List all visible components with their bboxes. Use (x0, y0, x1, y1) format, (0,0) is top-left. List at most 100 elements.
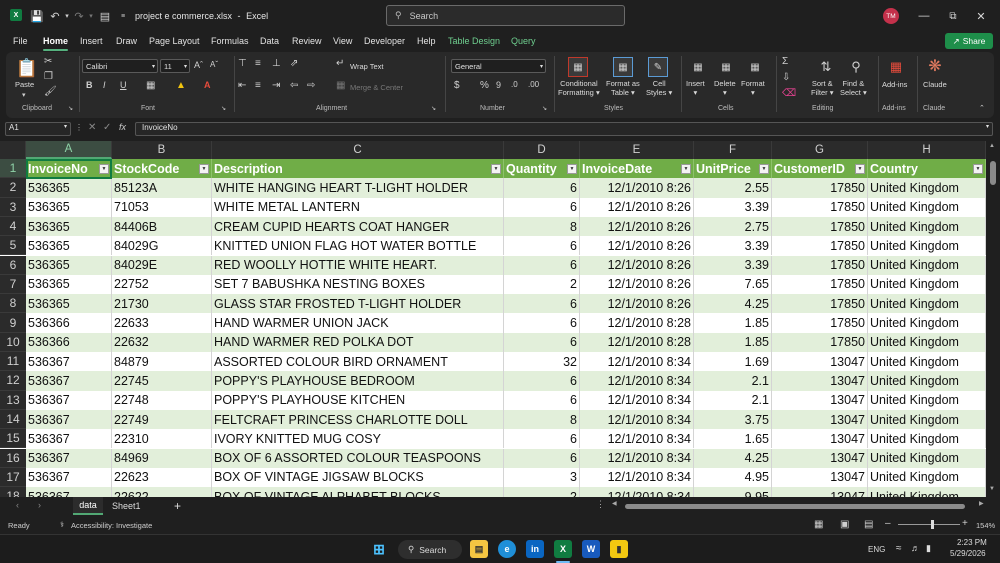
row-header[interactable]: 13 (0, 390, 26, 410)
row-header[interactable]: 7 (0, 274, 26, 295)
filter-dropdown-icon[interactable]: ▼ (759, 164, 769, 174)
table-cell[interactable]: 6 (504, 371, 580, 391)
table-cell[interactable]: United Kingdom (868, 274, 986, 295)
table-cell[interactable]: 71053 (112, 197, 212, 217)
minimize-icon[interactable]: — (914, 6, 934, 26)
bold-icon[interactable]: B (86, 80, 93, 90)
tab-review[interactable]: Review (292, 36, 322, 46)
table-cell[interactable]: United Kingdom (868, 294, 986, 314)
align-top-icon[interactable]: ⊤ (238, 58, 247, 69)
table-cell[interactable]: 2.1 (694, 371, 772, 391)
table-cell[interactable]: 13047 (772, 352, 868, 372)
decrease-font-icon[interactable]: Aˇ (210, 60, 218, 69)
row-header[interactable]: 14 (0, 409, 26, 430)
wrap-text-button[interactable]: Wrap Text (350, 62, 384, 71)
table-cell[interactable]: 22748 (112, 390, 212, 410)
table-cell[interactable]: 22623 (112, 467, 212, 488)
align-left-icon[interactable]: ⇤ (238, 80, 246, 91)
windows-start-icon[interactable]: ⊞ (370, 540, 388, 558)
format-as-table-button[interactable]: Format as Table ▾ (606, 79, 640, 97)
fill-color-icon[interactable]: ▲ (176, 80, 186, 91)
table-cell[interactable]: 536365 (26, 236, 112, 256)
clock-date[interactable]: 5/29/2026 (950, 549, 986, 558)
paste-label[interactable]: Paste (15, 80, 34, 89)
table-header-cell[interactable]: Country ▼ (868, 159, 986, 179)
merge-center-icon[interactable]: ▦ (336, 80, 345, 91)
table-cell[interactable]: 12/1/2010 8:28 (580, 313, 694, 333)
row-header[interactable]: 1 (0, 159, 26, 179)
row-header[interactable]: 16 (0, 448, 26, 468)
table-cell[interactable]: 9.95 (694, 487, 772, 497)
table-cell[interactable]: 13047 (772, 429, 868, 449)
table-header-cell[interactable]: Description ▼ (212, 159, 504, 179)
more-icon[interactable]: ⋮ (75, 123, 83, 132)
form-icon[interactable]: ▤ (98, 9, 112, 23)
row-header[interactable]: 15 (0, 429, 26, 449)
page-break-view-icon[interactable]: ▤ (864, 519, 873, 530)
comma-icon[interactable]: 9 (496, 80, 501, 90)
redo-dropdown-icon[interactable]: ▾ (84, 9, 98, 23)
accessibility-status[interactable]: Accessibility: Investigate (71, 521, 152, 530)
table-cell[interactable]: 3.39 (694, 236, 772, 256)
table-cell[interactable]: 12/1/2010 8:34 (580, 371, 694, 391)
row-header[interactable]: 8 (0, 294, 26, 314)
table-cell[interactable]: 12/1/2010 8:34 (580, 467, 694, 488)
number-launcher-icon[interactable]: ↘ (542, 105, 547, 112)
table-cell[interactable]: United Kingdom (868, 352, 986, 372)
table-cell[interactable]: United Kingdom (868, 409, 986, 430)
tab-view[interactable]: View (333, 36, 352, 46)
row-header[interactable]: 17 (0, 467, 26, 488)
zoom-slider-thumb[interactable] (931, 520, 934, 529)
edge-icon[interactable]: e (498, 540, 516, 558)
table-cell[interactable]: 536365 (26, 216, 112, 237)
table-cell[interactable]: 12/1/2010 8:28 (580, 332, 694, 352)
table-cell[interactable]: 17850 (772, 313, 868, 333)
cell-styles-icon[interactable]: ✎ (648, 57, 668, 77)
decrease-indent-icon[interactable]: ⇦ (290, 80, 298, 91)
table-cell[interactable]: United Kingdom (868, 216, 986, 237)
table-cell[interactable]: 2.55 (694, 178, 772, 198)
table-cell[interactable]: 536365 (26, 178, 112, 198)
table-cell[interactable]: United Kingdom (868, 313, 986, 333)
number-format-field[interactable]: General ▾ (451, 59, 546, 73)
table-cell[interactable]: 12/1/2010 8:34 (580, 448, 694, 468)
table-cell[interactable]: 3.39 (694, 255, 772, 275)
table-cell[interactable]: IVORY KNITTED MUG COSY (212, 429, 504, 449)
clipboard-launcher-icon[interactable]: ↘ (68, 105, 73, 112)
italic-icon[interactable]: I (103, 80, 106, 90)
table-cell[interactable]: 536366 (26, 313, 112, 333)
row-header[interactable]: 3 (0, 197, 26, 217)
tab-formulas[interactable]: Formulas (211, 36, 249, 46)
row-header[interactable]: 2 (0, 178, 26, 198)
table-cell[interactable]: 84406B (112, 216, 212, 237)
table-cell[interactable]: 3.75 (694, 409, 772, 430)
table-cell[interactable]: GLASS STAR FROSTED T-LIGHT HOLDER (212, 294, 504, 314)
table-cell[interactable]: United Kingdom (868, 332, 986, 352)
more-icon[interactable]: ⋮ (596, 499, 605, 510)
table-cell[interactable]: 22310 (112, 429, 212, 449)
linkedin-icon[interactable]: in (526, 540, 544, 558)
add-ins-button[interactable]: Add-ins (882, 80, 907, 89)
table-cell[interactable]: 536367 (26, 448, 112, 468)
scroll-up-icon[interactable]: ▲ (989, 143, 995, 149)
table-cell[interactable]: 17850 (772, 216, 868, 237)
vertical-scroll-thumb[interactable] (990, 161, 996, 185)
scroll-right-icon[interactable]: ▶ (979, 500, 984, 507)
row-header[interactable]: 9 (0, 313, 26, 333)
power-bi-icon[interactable]: ▮ (610, 540, 628, 558)
claude-button[interactable]: Claude (923, 80, 947, 89)
align-right-icon[interactable]: ⇥ (272, 80, 280, 91)
cancel-entry-icon[interactable]: ✕ (88, 122, 96, 133)
table-cell[interactable]: 536367 (26, 352, 112, 372)
row-header[interactable]: 11 (0, 352, 26, 372)
underline-icon[interactable]: U (120, 80, 127, 90)
clear-icon[interactable]: ⌫ (782, 88, 796, 99)
confirm-entry-icon[interactable]: ✓ (103, 122, 111, 133)
decrease-decimal-icon[interactable]: .00 (528, 80, 539, 89)
table-cell[interactable]: United Kingdom (868, 197, 986, 217)
table-header-cell[interactable]: UnitPrice ▼ (694, 159, 772, 179)
tab-table-design[interactable]: Table Design (448, 36, 500, 46)
cell-styles-button[interactable]: Cell Styles ▾ (646, 79, 672, 97)
tab-insert[interactable]: Insert (80, 36, 103, 46)
table-cell[interactable]: 4.25 (694, 294, 772, 314)
